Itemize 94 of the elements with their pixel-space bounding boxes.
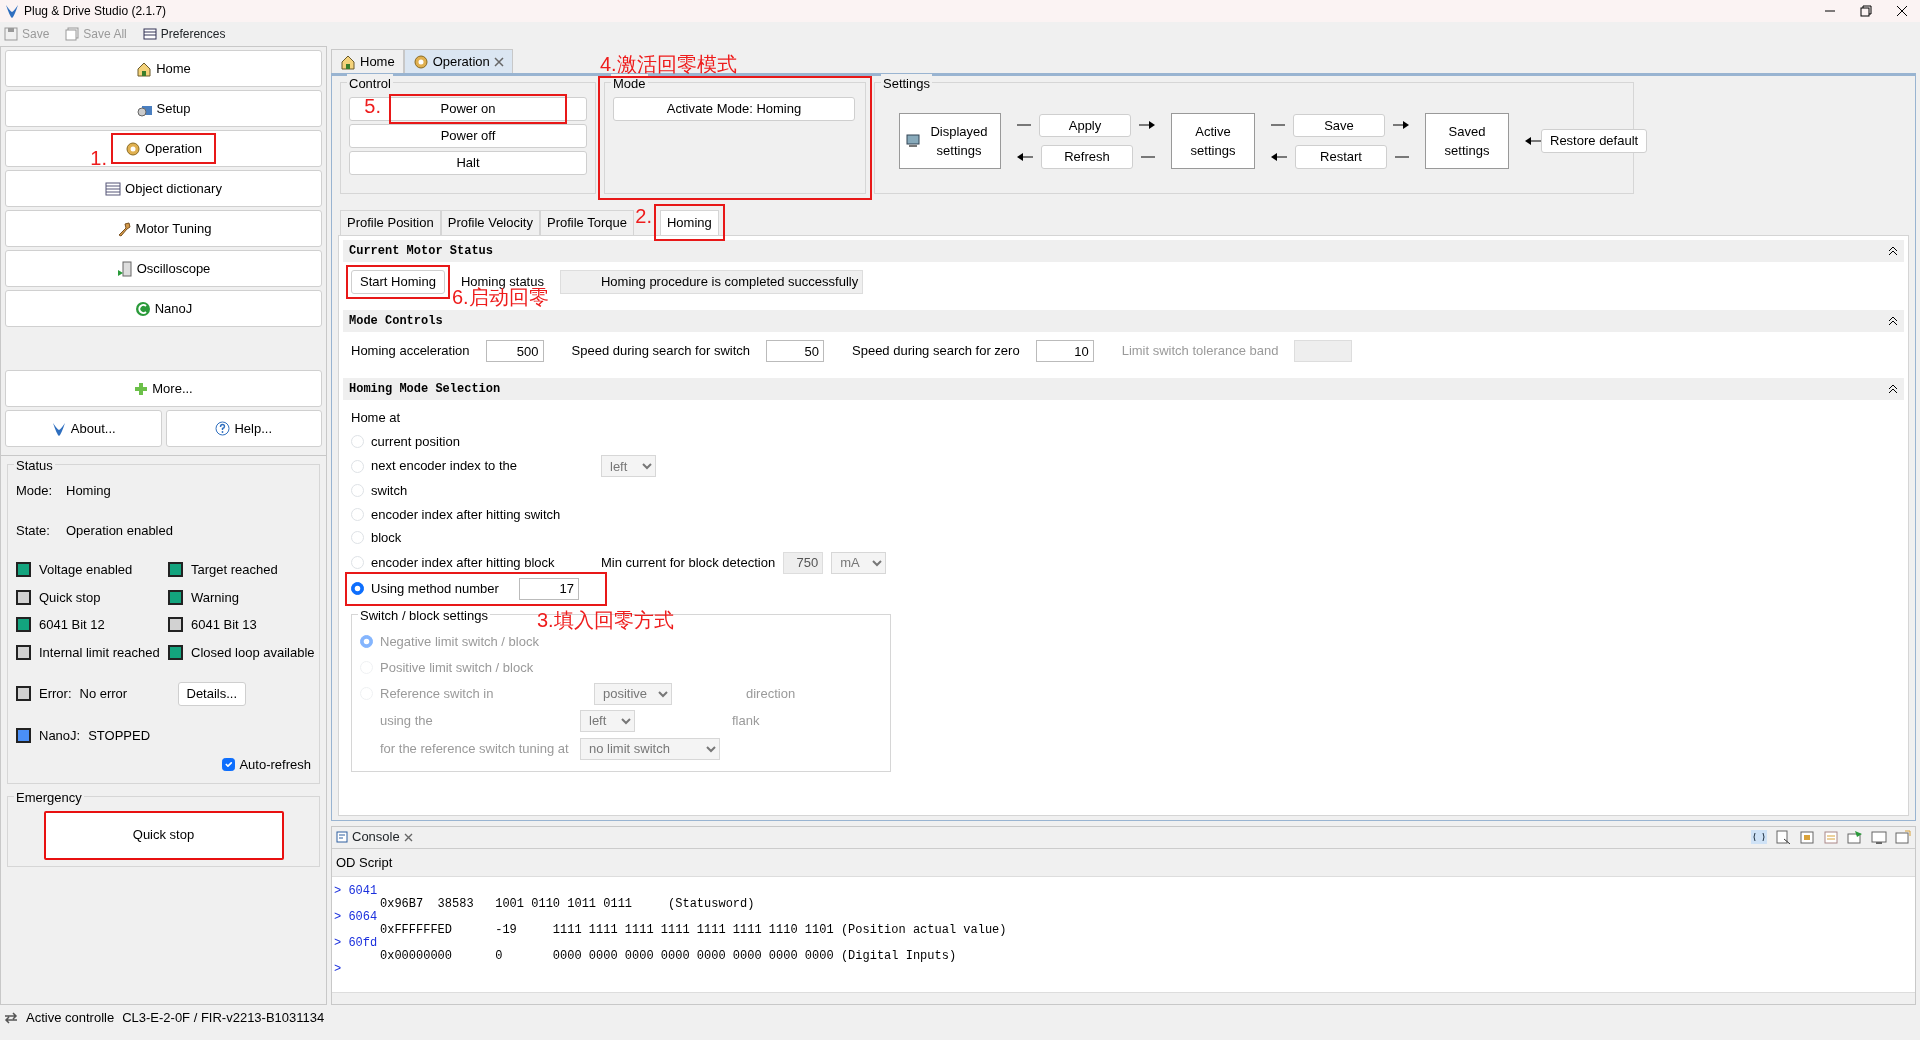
about-button[interactable]: About... bbox=[5, 410, 162, 447]
console-prompt: > bbox=[333, 963, 343, 977]
radio-label: switch bbox=[371, 482, 408, 500]
console-output: 0xFFFFFFED -19 1111 1111 1111 1111 1111 1111 1110 1101 (Position actual value) bbox=[379, 924, 1008, 938]
status-label: Internal limit reached bbox=[39, 643, 160, 662]
status-value: CL3-E-2-0F / FIR-v2213-B1031134 bbox=[122, 1008, 325, 1027]
console-output: 0x96B7 38583 1001 0110 1011 0111 (Statusword) bbox=[379, 898, 756, 912]
restore-defaults-button[interactable]: Restore default bbox=[1541, 129, 1648, 153]
settings-node: Saved settings bbox=[1425, 113, 1509, 169]
field-label: Speed during search for zero bbox=[852, 342, 1020, 361]
status-value: STOPPED bbox=[88, 726, 151, 745]
radio-label: block bbox=[371, 529, 402, 547]
console-prompt: > 6041 bbox=[333, 885, 379, 899]
activate-mode-button[interactable]: Activate Mode: Homing bbox=[613, 97, 855, 121]
status-label: Closed loop available bbox=[191, 643, 315, 662]
status-label: NanoJ: bbox=[39, 726, 81, 745]
radio-label: Reference switch in bbox=[380, 684, 495, 703]
nav-button[interactable]: Motor Tuning bbox=[5, 210, 322, 247]
status-label: Voltage enabled bbox=[39, 561, 133, 579]
console-prompt: > 6064 bbox=[333, 911, 379, 925]
nav-button[interactable]: Home bbox=[5, 50, 322, 87]
start-homing-button[interactable]: Start Homing bbox=[351, 270, 445, 294]
more-button[interactable]: More... bbox=[5, 370, 322, 407]
annotation-label: 6.启动回零 bbox=[451, 287, 549, 307]
status-label: Mode: bbox=[16, 482, 54, 500]
field-label: Home at bbox=[351, 409, 402, 427]
field-label: Limit switch tolerance band bbox=[1121, 342, 1279, 361]
radio-label: Positive limit switch / block bbox=[380, 658, 534, 677]
status-label: 6041 Bit 13 bbox=[191, 616, 257, 634]
annotation-label: 1. bbox=[90, 148, 107, 169]
section-title: Homing Mode Selection bbox=[349, 381, 501, 398]
help-button[interactable]: Help... bbox=[165, 410, 322, 447]
console-prompt: > 60fd bbox=[333, 937, 379, 951]
number-field[interactable]: 50 bbox=[766, 340, 824, 362]
console-tab[interactable]: Console bbox=[336, 827, 400, 847]
mode-tab[interactable]: Profile Position bbox=[340, 210, 441, 235]
annotation-label: 5. bbox=[364, 96, 381, 116]
console-output: 0x00000000 0 0000 0000 0000 0000 0000 0000 0000 0000 (Digital Inputs) bbox=[379, 950, 958, 964]
status-value: Homing bbox=[66, 482, 111, 500]
toolbar-button[interactable]: Preferences bbox=[142, 25, 226, 43]
settings-node: Displayed settings bbox=[899, 113, 1001, 169]
radio-label: next encoder index to the bbox=[371, 457, 517, 476]
number-field[interactable]: 10 bbox=[1035, 340, 1094, 362]
section-title: Mode Controls bbox=[349, 313, 443, 330]
mode-tab[interactable]: Profile Torque bbox=[540, 210, 634, 235]
mode-tab[interactable]: Profile Velocity bbox=[440, 210, 540, 235]
radio-label: encoder index after hitting switch bbox=[371, 505, 561, 524]
section-title: Current Motor Status bbox=[349, 243, 494, 260]
radio-label: Negative limit switch / block bbox=[380, 632, 539, 651]
nav-button[interactable]: Object dictionary bbox=[5, 170, 322, 207]
quick-stop-button[interactable]: Quick stop bbox=[43, 810, 284, 860]
field-label: flank bbox=[732, 711, 760, 730]
field-label: for the reference switch tuning at bbox=[380, 739, 570, 758]
status-value: Operation enabled bbox=[66, 521, 173, 540]
group-title: Settings bbox=[881, 74, 932, 94]
mode-tab[interactable]: Homing bbox=[659, 210, 719, 235]
number-field[interactable]: 500 bbox=[485, 340, 544, 362]
window-title: Plug & Drive Studio (2.1.7) bbox=[24, 3, 167, 20]
settings-button[interactable]: Restart bbox=[1295, 145, 1387, 169]
nav-button[interactable]: NanoJ bbox=[5, 290, 322, 327]
nav-button[interactable]: Oscilloscope bbox=[5, 250, 322, 287]
settings-button[interactable]: Save bbox=[1293, 113, 1385, 137]
field-label: Homing acceleration bbox=[351, 342, 470, 361]
control-button[interactable]: Power off bbox=[349, 124, 587, 148]
status-field: Homing procedure is completed successfully bbox=[559, 270, 864, 294]
radio-label: encoder index after hitting block bbox=[371, 553, 555, 572]
editor-tab[interactable]: Operation bbox=[403, 49, 513, 73]
status-label: Active controlle bbox=[26, 1008, 115, 1027]
settings-button[interactable]: Apply bbox=[1039, 113, 1131, 137]
nav-button[interactable]: Setup bbox=[5, 90, 322, 127]
console-subtitle: OD Script bbox=[332, 848, 1915, 878]
method-number-field[interactable]: 17 bbox=[518, 577, 579, 600]
field-label: Speed during search for switch bbox=[571, 342, 750, 361]
control-button[interactable]: Halt bbox=[349, 151, 587, 175]
radio-label: Using method number bbox=[371, 579, 499, 598]
status-label: Quick stop bbox=[39, 588, 101, 607]
settings-node: Active settings bbox=[1171, 113, 1255, 169]
status-value: No error bbox=[79, 685, 129, 703]
annotation-label: 4.激活回零模式 bbox=[600, 54, 737, 74]
editor-tab[interactable]: Home bbox=[331, 49, 404, 73]
details-button[interactable]: Details... bbox=[177, 682, 247, 706]
annotation-label: 3.填入回零方式 bbox=[537, 609, 674, 630]
status-label: Warning bbox=[191, 588, 239, 607]
status-label: State: bbox=[16, 521, 51, 540]
status-label: 6041 Bit 12 bbox=[39, 616, 105, 634]
settings-button[interactable]: Refresh bbox=[1041, 145, 1133, 169]
status-label: Target reached bbox=[191, 561, 278, 579]
field-label: using the bbox=[380, 711, 434, 730]
field-label: direction bbox=[746, 684, 796, 703]
status-label: Error: bbox=[39, 685, 72, 703]
field-label: Min current for block detection bbox=[601, 553, 776, 572]
annotation-label: 2. bbox=[635, 206, 652, 226]
radio-label: current position bbox=[371, 432, 460, 451]
checkbox-label: Auto-refresh bbox=[239, 756, 311, 774]
